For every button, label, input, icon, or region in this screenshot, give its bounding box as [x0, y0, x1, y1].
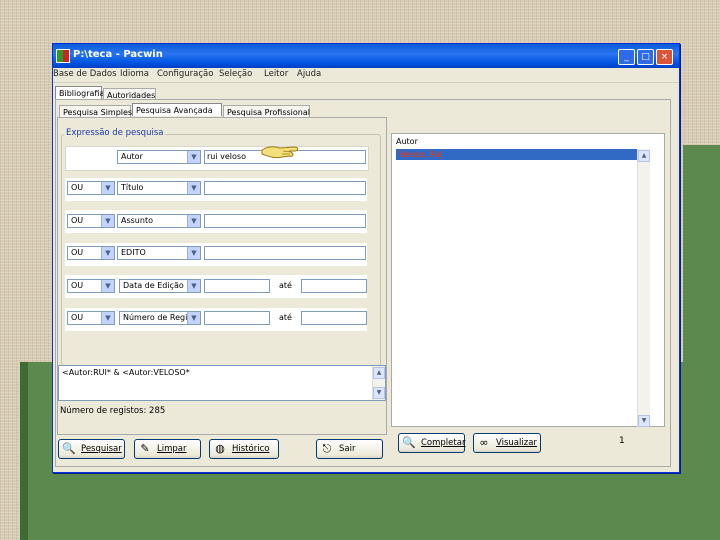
to-label-6: até — [279, 313, 292, 322]
field-select-5[interactable]: Data de Edição ▼ — [119, 279, 201, 293]
background-green-side — [683, 145, 720, 365]
operator-select-2[interactable]: OU ▼ — [67, 181, 115, 195]
results-scrollbar[interactable]: ▲ ▼ — [637, 149, 650, 427]
chevron-down-icon: ▼ — [101, 247, 114, 259]
field-select-1[interactable]: Autor ▼ — [117, 150, 201, 164]
chevron-down-icon: ▼ — [101, 280, 114, 292]
operator-select-6[interactable]: OU ▼ — [67, 311, 115, 325]
magnifier-icon: 🔍 — [402, 436, 416, 449]
window-title: P:\teca - Pacwin — [73, 49, 163, 60]
menu-idioma[interactable]: Idioma — [120, 69, 149, 79]
results-header: Autor — [396, 137, 418, 146]
search-expression-legend: Expressão de pesquisa — [64, 128, 166, 138]
tab-bibliografia[interactable]: Bibliografia — [55, 86, 104, 99]
chevron-down-icon: ▼ — [101, 182, 114, 194]
chevron-down-icon: ▼ — [187, 182, 200, 194]
search-input-5-to[interactable] — [301, 279, 367, 293]
record-count: Número de registos: 285 — [60, 406, 166, 416]
eraser-icon: ✎ — [140, 442, 150, 455]
search-input-3[interactable] — [204, 214, 366, 228]
scroll-down-icon[interactable]: ▼ — [373, 387, 385, 399]
tab-pesquisa-avancada[interactable]: Pesquisa Avançada — [132, 103, 222, 116]
chevron-down-icon: ▼ — [187, 247, 200, 259]
exit-door-icon: ⎋ — [322, 442, 332, 455]
field-select-4[interactable]: EDITO ▼ — [117, 246, 201, 260]
view-button[interactable]: ∞ Visualizar — [473, 433, 541, 453]
menu-ajuda[interactable]: Ajuda — [297, 69, 321, 79]
chevron-down-icon: ▼ — [101, 312, 114, 324]
to-label-5: até — [279, 281, 292, 290]
close-button[interactable]: × — [656, 49, 673, 65]
scroll-down-icon[interactable]: ▼ — [638, 415, 650, 427]
scroll-up-icon[interactable]: ▲ — [638, 150, 650, 162]
history-button[interactable]: ◍ Histórico — [209, 439, 279, 459]
chevron-down-icon: ▼ — [101, 215, 114, 227]
result-item-selected[interactable]: Veloso, Rui — [396, 149, 650, 160]
results-panel — [391, 133, 665, 427]
field-select-3[interactable]: Assunto ▼ — [117, 214, 201, 228]
search-input-6[interactable] — [204, 311, 270, 325]
pointing-hand-icon — [260, 141, 304, 161]
menu-configuracao[interactable]: Configuração — [157, 69, 213, 79]
chevron-down-icon: ▼ — [187, 215, 200, 227]
chevron-down-icon: ▼ — [187, 151, 200, 163]
results-count: 1 — [619, 436, 625, 446]
chevron-down-icon: ▼ — [187, 280, 200, 292]
search-input-4[interactable] — [204, 246, 366, 260]
search-button[interactable]: 🔍 Pesquisar — [58, 439, 125, 459]
title-bar[interactable]: P:\teca - Pacwin _ □ × — [53, 44, 679, 68]
exit-button[interactable]: ⎋ Sair — [316, 439, 383, 459]
operator-select-4[interactable]: OU ▼ — [67, 246, 115, 260]
app-icon — [56, 49, 70, 63]
complete-button[interactable]: 🔍 Completar — [398, 433, 465, 453]
chevron-down-icon: ▼ — [187, 312, 200, 324]
expression-text: <Autor:RUI* & <Autor:VELOSO* — [62, 368, 190, 377]
scroll-up-icon[interactable]: ▲ — [373, 367, 385, 379]
menu-bar: Base de Dados Idioma Configuração Seleçã… — [53, 68, 679, 83]
field-select-2[interactable]: Título ▼ — [117, 181, 201, 195]
clear-button[interactable]: ✎ Limpar — [134, 439, 201, 459]
globe-icon: ◍ — [215, 442, 225, 455]
expression-textarea[interactable]: <Autor:RUI* & <Autor:VELOSO* ▲ ▼ — [58, 365, 386, 401]
result-item-label: Veloso, Rui — [399, 150, 443, 159]
search-input-5[interactable] — [204, 279, 270, 293]
menu-base-de-dados[interactable]: Base de Dados — [53, 69, 117, 79]
menu-leitor[interactable]: Leitor — [264, 69, 288, 79]
binoculars-icon: ∞ — [479, 436, 489, 449]
maximize-button[interactable]: □ — [637, 49, 654, 65]
operator-select-3[interactable]: OU ▼ — [67, 214, 115, 228]
expression-scrollbar[interactable]: ▲ ▼ — [372, 366, 385, 400]
field-select-6[interactable]: Número de Regi ▼ — [119, 311, 201, 325]
minimize-button[interactable]: _ — [618, 49, 635, 65]
menu-selecao[interactable]: Seleção — [219, 69, 252, 79]
magnifier-icon: 🔍 — [62, 442, 76, 455]
search-input-2[interactable] — [204, 181, 366, 195]
app-window: P:\teca - Pacwin _ □ × Base de Dados Idi… — [52, 43, 680, 473]
search-input-6-to[interactable] — [301, 311, 367, 325]
operator-select-5[interactable]: OU ▼ — [67, 279, 115, 293]
background-green-stripe — [20, 362, 28, 540]
